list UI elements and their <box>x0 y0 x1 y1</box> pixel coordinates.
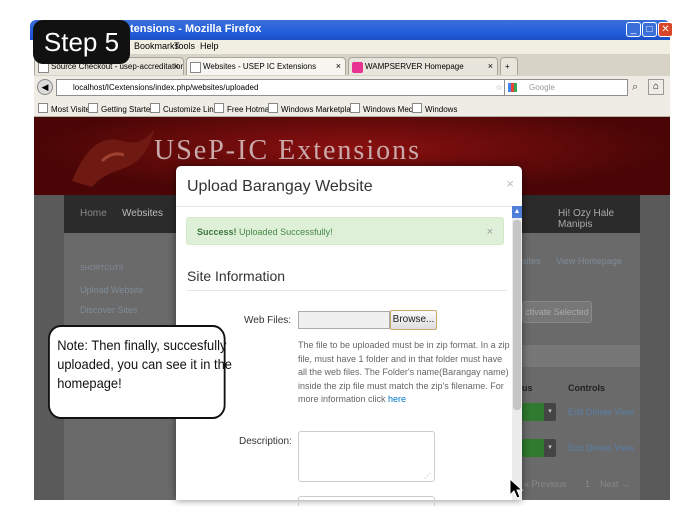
alert-message: Uploaded Successfully! <box>239 227 333 237</box>
scroll-up-icon[interactable]: ▲ <box>512 206 522 218</box>
minimize-button[interactable]: _ <box>626 22 641 37</box>
tab-label: WAMPSERVER Homepage <box>365 62 464 71</box>
divider <box>176 206 522 207</box>
pager-previous[interactable]: « Previous <box>524 479 567 489</box>
wampserver-icon <box>352 62 363 73</box>
sidebar-link-discover[interactable]: Discover Sites <box>80 305 138 315</box>
bookmark-windows-media[interactable]: Windows Media <box>350 103 419 114</box>
tab-wampserver[interactable]: WAMPSERVER Homepage × <box>348 57 498 75</box>
description-textarea[interactable]: ⋰ <box>298 431 435 482</box>
pager-next[interactable]: Next → <box>600 479 630 489</box>
divider <box>187 290 507 291</box>
step-badge: Step 5 <box>33 20 130 64</box>
bookmark-windows[interactable]: Windows <box>412 103 457 114</box>
close-window-button[interactable]: ✕ <box>658 22 673 37</box>
navigation-bar: ◀ localhost/ICextensions/index.php/websi… <box>34 76 670 100</box>
modal-title: Upload Barangay Website <box>187 178 373 195</box>
home-icon[interactable]: ⌂ <box>648 79 664 95</box>
row-actions[interactable]: Edit Delete View <box>568 407 634 417</box>
help-link[interactable]: here <box>388 394 406 404</box>
web-files-label: Web Files: <box>244 315 292 326</box>
tab-websites[interactable]: Websites - USEP IC Extensions × <box>186 57 346 75</box>
nav-websites[interactable]: Websites <box>122 208 163 219</box>
nav-home[interactable]: Home <box>80 208 107 219</box>
tutorial-note: Note: Then finally, succesfully uploaded… <box>48 325 232 419</box>
maximize-button[interactable]: □ <box>642 22 657 37</box>
bookmark-customize-links[interactable]: Customize Links <box>150 103 222 114</box>
close-tab-icon[interactable]: × <box>488 58 493 75</box>
tab-view-homepage[interactable]: View Homepage <box>556 256 622 266</box>
pager-page[interactable]: 1 <box>585 479 590 489</box>
close-tab-icon[interactable]: × <box>336 58 341 75</box>
description-label: Description: <box>239 436 292 447</box>
column-controls: Controls <box>568 383 605 393</box>
bookmark-getting-started[interactable]: Getting Started <box>88 103 155 114</box>
tab-label: Websites - USEP IC Extensions <box>203 62 317 71</box>
file-path-field[interactable] <box>298 311 390 329</box>
menu-help[interactable]: Help <box>200 41 219 51</box>
scroll-thumb[interactable] <box>513 220 521 410</box>
filter-bar <box>522 345 640 367</box>
eagle-logo-icon <box>72 129 154 187</box>
next-field[interactable] <box>298 496 435 506</box>
nav-user-menu[interactable]: Hi! Ozy Hale Manipis <box>558 208 640 230</box>
resize-grip-icon[interactable]: ⋰ <box>424 472 431 480</box>
page-scrollbar[interactable]: ▲ <box>512 206 522 500</box>
chevron-down-icon[interactable]: ▾ <box>544 403 556 421</box>
mouse-cursor-icon <box>509 478 524 499</box>
upload-modal: Upload Barangay Website × Success! Uploa… <box>176 166 522 506</box>
bookmark-windows-marketplace[interactable]: Windows Marketplace <box>268 103 359 114</box>
note-text: Note: Then finally, succesfully uploaded… <box>57 337 232 391</box>
row-actions[interactable]: Edit Delete View <box>568 443 634 453</box>
alert-strong: Success! <box>197 227 237 237</box>
address-bar[interactable]: localhost/ICextensions/index.php/website… <box>56 79 522 96</box>
bookmarks-toolbar: Most Visited Getting Started Customize L… <box>34 100 670 117</box>
bookmark-most-visited[interactable]: Most Visited <box>38 103 94 114</box>
search-input[interactable]: Google <box>504 79 628 96</box>
google-icon <box>508 83 517 92</box>
browse-button[interactable]: Browse... <box>390 310 437 330</box>
site-logo-text: USeP-IC Extensions <box>154 135 421 166</box>
close-icon[interactable]: × <box>506 176 514 191</box>
menu-tools[interactable]: Tools <box>174 41 195 51</box>
menu-bookmarks[interactable]: Bookmarks <box>134 41 179 51</box>
page-icon <box>190 62 201 73</box>
sidebar-heading: SHORTCUTS <box>80 265 124 272</box>
new-tab-button[interactable]: + <box>500 57 518 75</box>
url-text: localhost/ICextensions/index.php/website… <box>73 83 259 92</box>
bookmark-free-hotmail[interactable]: Free Hotmail <box>214 103 273 114</box>
tab-sites[interactable]: sites <box>522 256 541 266</box>
column-status: us <box>522 383 533 393</box>
close-tab-icon[interactable]: × <box>174 58 179 75</box>
search-placeholder: Google <box>529 83 555 92</box>
sidebar-link-upload[interactable]: Upload Website <box>80 285 143 295</box>
alert-close-icon[interactable]: × <box>487 218 493 246</box>
search-icon[interactable]: ⌕ <box>632 81 638 94</box>
activate-selected-button[interactable]: ctivate Selected <box>522 301 592 323</box>
help-text: The file to be uploaded must be in zip f… <box>298 339 510 407</box>
window-title: tensions - Mozilla Firefox <box>130 23 262 35</box>
chevron-down-icon[interactable]: ▾ <box>544 439 556 457</box>
section-title: Site Information <box>187 268 286 284</box>
success-alert: Success! Uploaded Successfully! × <box>186 217 504 245</box>
back-icon[interactable]: ◀ <box>37 79 53 95</box>
